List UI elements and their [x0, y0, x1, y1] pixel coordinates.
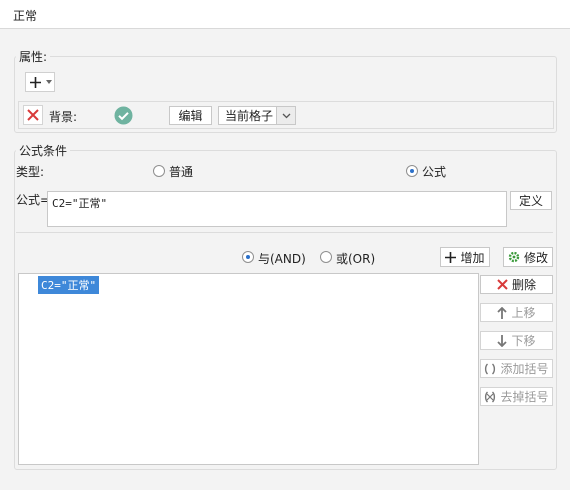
gear-icon [508, 251, 520, 263]
arrow-down-icon [497, 334, 508, 347]
plus-icon [445, 251, 457, 263]
close-icon [27, 109, 39, 121]
scope-select[interactable]: 当前格子 [218, 106, 296, 125]
arrow-up-icon [497, 306, 508, 319]
move-up-button[interactable]: 上移 [480, 303, 553, 322]
formula-input[interactable]: C2="正常" [47, 191, 507, 227]
remove-bracket-icon [485, 391, 496, 402]
type-formula-label[interactable]: 公式 [422, 163, 446, 180]
dialog-title-bar: 正常 [0, 0, 570, 29]
type-label: 类型: [16, 165, 45, 179]
background-label: 背景: [49, 110, 78, 124]
or-label[interactable]: 或(OR) [336, 250, 375, 267]
type-formula-radio[interactable] [406, 165, 418, 177]
condition-list[interactable]: C2="正常" [18, 273, 479, 465]
and-label[interactable]: 与(AND) [258, 250, 306, 267]
add-attribute-dropdown[interactable] [25, 72, 55, 92]
dialog-title: 正常 [13, 9, 38, 23]
remove-background-button[interactable] [23, 105, 43, 125]
type-normal-radio[interactable] [153, 165, 165, 177]
modify-condition-button[interactable]: 修改 [503, 247, 553, 267]
formula-label: 公式= [16, 193, 51, 207]
check-circle-icon [114, 106, 133, 125]
plus-icon [29, 76, 41, 88]
delete-button[interactable]: 删除 [480, 275, 553, 294]
and-radio[interactable] [242, 251, 254, 263]
remove-bracket-button[interactable]: 去掉括号 [480, 387, 553, 406]
chevron-down-icon [276, 107, 295, 124]
move-down-button[interactable]: 下移 [480, 331, 553, 350]
or-radio[interactable] [320, 251, 332, 263]
bracket-icon [485, 363, 496, 374]
add-bracket-button[interactable]: 添加括号 [480, 359, 553, 378]
list-item[interactable]: C2="正常" [38, 276, 100, 294]
define-button[interactable]: 定义 [510, 191, 552, 210]
close-icon [497, 279, 508, 290]
divider [16, 232, 553, 233]
attributes-legend: 属性: [16, 48, 51, 65]
chevron-down-icon [45, 80, 52, 84]
type-normal-label[interactable]: 普通 [169, 163, 193, 180]
formula-condition-legend: 公式条件 [16, 142, 71, 159]
edit-background-button[interactable]: 编辑 [169, 106, 212, 125]
add-condition-button[interactable]: 增加 [440, 247, 490, 267]
